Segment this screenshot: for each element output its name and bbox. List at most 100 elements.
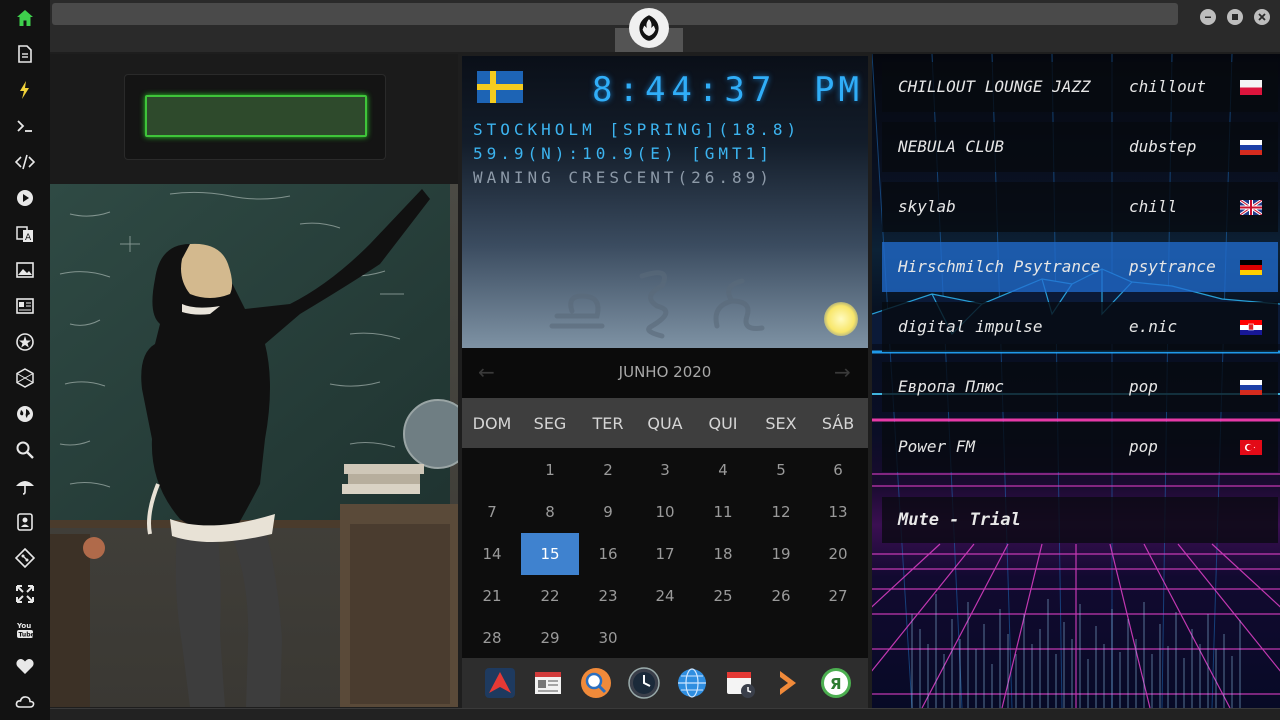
weekday-label: QUA <box>647 414 683 433</box>
calendar-day[interactable]: 18 <box>694 533 752 575</box>
contact-icon[interactable] <box>13 510 37 534</box>
minimize-button[interactable] <box>1200 9 1216 25</box>
calendar-day[interactable]: 24 <box>636 575 694 617</box>
calendar-day[interactable]: 27 <box>809 575 867 617</box>
maximize-button[interactable] <box>1227 9 1243 25</box>
translate-icon[interactable]: A <box>13 222 37 246</box>
code-icon[interactable] <box>13 150 37 174</box>
clock-app-icon[interactable] <box>628 667 660 699</box>
star-emblem-icon[interactable] <box>13 330 37 354</box>
station-genre: e.nic <box>1129 317 1178 336</box>
home-icon[interactable] <box>13 6 37 30</box>
search-icon[interactable] <box>13 438 37 462</box>
calendar-day[interactable]: 11 <box>694 491 752 533</box>
calendar-day[interactable]: 26 <box>752 575 810 617</box>
station-name: Power FM <box>898 437 976 456</box>
newspaper-app-icon[interactable] <box>532 667 564 699</box>
document-icon[interactable] <box>13 42 37 66</box>
calendar-day[interactable]: 7 <box>463 491 521 533</box>
news-icon[interactable] <box>13 294 37 318</box>
russia-flag-icon <box>1240 140 1262 155</box>
calendar-day[interactable]: 6 <box>809 449 867 491</box>
calendar-day[interactable]: 30 <box>579 617 637 659</box>
image-icon[interactable] <box>13 258 37 282</box>
uk-flag-icon <box>1240 200 1262 215</box>
calendar-day[interactable]: 23 <box>579 575 637 617</box>
station-row-active[interactable]: Hirschmilch Psytrance psytrance <box>882 242 1278 292</box>
poland-flag-icon <box>1240 80 1262 95</box>
calendar-day[interactable]: 28 <box>463 617 521 659</box>
weather-clock-widget: 8:44:37 PM STOCKHOLM [SPRING](18.8) 59.9… <box>462 56 868 348</box>
calendar-day[interactable]: 1 <box>521 449 579 491</box>
calendar-day[interactable]: 12 <box>752 491 810 533</box>
station-row[interactable]: CHILLOUT LOUNGE JAZZ chillout <box>882 62 1278 112</box>
station-row[interactable]: digital impulse e.nic <box>882 302 1278 352</box>
yandex-app-icon[interactable]: Я <box>820 667 852 699</box>
station-row[interactable]: skylab chill <box>882 182 1278 232</box>
expand-icon[interactable] <box>13 582 37 606</box>
calendar-widget: ← JUNHO 2020 → DOM SEG TER QUA QUI SEX SÁB 123… <box>462 348 868 658</box>
calendar-day[interactable]: 19 <box>752 533 810 575</box>
calendar-day[interactable]: 13 <box>809 491 867 533</box>
svg-text:You: You <box>16 622 31 630</box>
git-icon[interactable] <box>13 546 37 570</box>
terminal-icon[interactable] <box>13 114 37 138</box>
calendar-day[interactable]: 8 <box>521 491 579 533</box>
weather-location: STOCKHOLM [SPRING](18.8) <box>473 120 801 139</box>
calendar-day[interactable]: 10 <box>636 491 694 533</box>
calendar-day[interactable]: 3 <box>636 449 694 491</box>
lcd-display-input[interactable] <box>145 95 367 137</box>
station-row[interactable]: NEBULA CLUB dubstep <box>882 122 1278 172</box>
station-row[interactable]: Европа Плюс pop <box>882 362 1278 412</box>
calendar-day[interactable]: 2 <box>579 449 637 491</box>
calendar-day[interactable]: 17 <box>636 533 694 575</box>
station-name: digital impulse <box>898 317 1043 336</box>
bottom-bar <box>50 708 1280 720</box>
calendar-day[interactable]: 16 <box>579 533 637 575</box>
globe-app-icon[interactable] <box>676 667 708 699</box>
radio-widget: CHILLOUT LOUNGE JAZZ chillout NEBULA CLU… <box>872 54 1280 708</box>
cloud-icon[interactable] <box>13 690 37 714</box>
app-dock: Я <box>462 658 868 708</box>
calendar-day[interactable]: 21 <box>463 575 521 617</box>
calendar-day-today[interactable]: 15 <box>521 533 579 575</box>
play-arrow-app-icon[interactable] <box>772 667 804 699</box>
heart-icon[interactable] <box>13 654 37 678</box>
station-row[interactable]: Power FM pop <box>882 422 1278 472</box>
calendar-day[interactable]: 4 <box>694 449 752 491</box>
calendar-day[interactable]: 22 <box>521 575 579 617</box>
weekday-label: SEX <box>765 414 797 433</box>
station-name: skylab <box>898 197 956 216</box>
station-genre: chillout <box>1129 77 1207 96</box>
wallpaper-photo <box>50 184 458 707</box>
youtube-icon[interactable]: You Tube <box>13 618 37 642</box>
station-genre: pop <box>1129 437 1158 456</box>
weekday-label: QUI <box>708 414 738 433</box>
station-genre: pop <box>1129 377 1158 396</box>
calendar-day[interactable]: 9 <box>579 491 637 533</box>
hexagon-icon[interactable] <box>13 366 37 390</box>
arrow-app-icon[interactable] <box>484 667 516 699</box>
croatia-flag-icon <box>1240 320 1262 335</box>
play-icon[interactable] <box>13 186 37 210</box>
clock-time: 8:44:37 <box>592 70 778 110</box>
calendar-day[interactable]: 25 <box>694 575 752 617</box>
calendar-day[interactable]: 20 <box>809 533 867 575</box>
rebel-alliance-icon[interactable] <box>629 8 669 48</box>
station-genre: dubstep <box>1129 137 1197 156</box>
calendar-day[interactable]: 5 <box>752 449 810 491</box>
calendar-day[interactable]: 14 <box>463 533 521 575</box>
umbrella-icon[interactable] <box>13 474 37 498</box>
calendar-next-button[interactable]: → <box>834 360 851 384</box>
lightning-icon[interactable] <box>13 78 37 102</box>
player-status-bar[interactable]: Mute - Trial <box>882 497 1278 543</box>
moon-phase: WANING CRESCENT(26.89) <box>473 168 773 187</box>
magnifier-app-icon[interactable] <box>580 667 612 699</box>
address-field[interactable] <box>52 3 1178 25</box>
station-name: CHILLOUT LOUNGE JAZZ <box>898 77 1091 96</box>
sun-icon <box>824 302 858 336</box>
calendar-day[interactable]: 29 <box>521 617 579 659</box>
close-button[interactable] <box>1254 9 1270 25</box>
globe-icon[interactable] <box>13 402 37 426</box>
calendar-app-icon[interactable] <box>724 667 756 699</box>
